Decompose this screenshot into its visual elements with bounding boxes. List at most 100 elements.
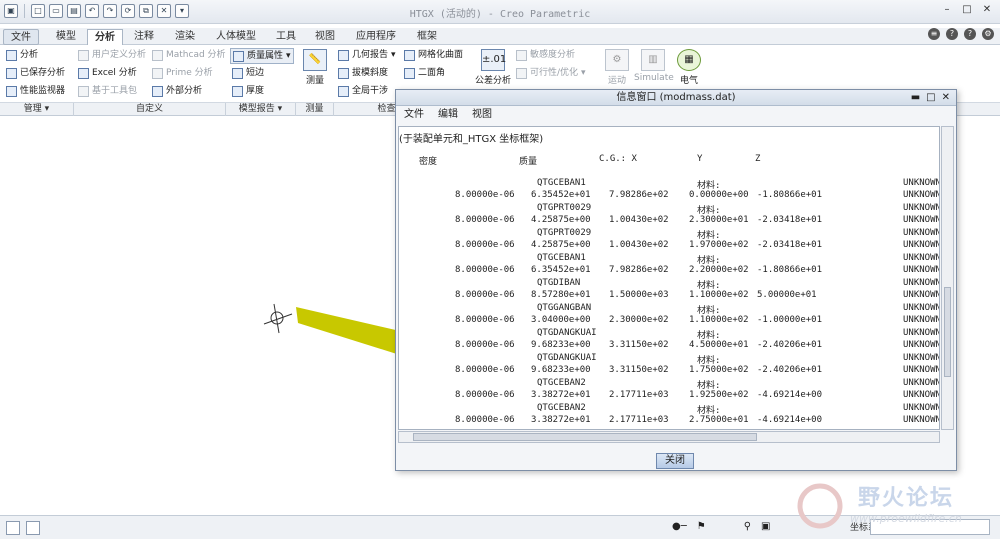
toolbar-icon[interactable]: ≡ <box>928 28 940 40</box>
cgz-value: -2.40206e+01 <box>757 340 823 350</box>
horizontal-scrollbar[interactable] <box>398 431 940 443</box>
density-value: 8.00000e-06 <box>455 215 515 225</box>
status-left-icons <box>6 521 40 535</box>
select-icon[interactable]: ▣ <box>761 521 770 532</box>
geometry-report-icon <box>338 49 349 61</box>
tab-view[interactable]: 视图 <box>307 29 343 45</box>
minimize-icon[interactable]: – <box>940 3 954 17</box>
global-interference-button[interactable]: 全局干涉 <box>338 84 388 98</box>
electrical-button[interactable]: ▦ 电气 <box>674 49 704 86</box>
simulate-button[interactable]: ▥ Simulate <box>634 49 674 83</box>
tab-tools[interactable]: 工具 <box>268 29 304 45</box>
find-icon[interactable]: ⚲ <box>744 521 751 532</box>
chevron-down-icon[interactable]: ▾ <box>391 48 396 62</box>
feasibility-button[interactable]: 可行性/优化 ▾ <box>516 66 586 80</box>
thickness-button[interactable]: 厚度 <box>232 84 264 98</box>
material-value: UNKNOWN <box>903 203 940 213</box>
watermark-logo-icon <box>797 483 843 529</box>
tab-annotate[interactable]: 注释 <box>126 29 162 45</box>
tab-manikin[interactable]: 人体模型 <box>208 29 264 45</box>
user-defined-analysis-button[interactable]: 用户定义分析 <box>78 48 146 62</box>
cgx-value: 2.30000e+02 <box>609 315 669 325</box>
performance-monitor-button[interactable]: 性能监视器 <box>6 84 65 98</box>
dihedral-angle-button[interactable]: 二面角 <box>404 66 445 80</box>
grid-icon[interactable] <box>6 521 20 535</box>
minimize-icon[interactable]: ▬ <box>911 90 920 106</box>
material-value: UNKNOWN <box>903 315 940 325</box>
group-manage[interactable]: 管理 ▾ <box>0 103 74 116</box>
col-mass: 质量 <box>519 157 538 167</box>
header-line: (于装配单元和_HTGX 坐标框架) <box>399 134 544 145</box>
chevron-down-icon[interactable]: ▾ <box>581 66 586 80</box>
draft-button[interactable]: 拔模斜度 <box>338 66 388 80</box>
simulate-icon: ▥ <box>641 49 665 71</box>
tab-framework[interactable]: 框架 <box>409 29 445 45</box>
maximize-icon[interactable]: □ <box>960 3 974 17</box>
toolkit-based-button[interactable]: 基于工具包 <box>78 84 137 98</box>
mesh-surface-button[interactable]: 网格化曲面 <box>404 48 463 62</box>
saved-analysis-button[interactable]: 已保存分析 <box>6 66 65 80</box>
short-edge-button[interactable]: 短边 <box>232 66 264 80</box>
search-icon[interactable]: ? <box>946 28 958 40</box>
group-measure: 测量 <box>296 103 334 116</box>
menu-file[interactable]: 文件 <box>404 106 424 124</box>
vertical-scrollbar[interactable] <box>941 126 954 430</box>
excel-analysis-button[interactable]: Excel 分析 <box>78 66 137 80</box>
part-name: QTGDANGKUAI <box>537 353 597 363</box>
vertical-scroll-thumb[interactable] <box>944 287 951 377</box>
cgy-value: 4.50000e+01 <box>689 340 749 350</box>
chevron-down-icon[interactable]: ▾ <box>286 49 291 63</box>
material-value: UNKNOWN <box>903 378 940 388</box>
yellow-part[interactable] <box>296 307 400 355</box>
ruler-icon: 📏 <box>303 49 327 71</box>
ribbon-tabs: 文件 模型 分析 注释 渲染 人体模型 工具 视图 应用程序 框架 <box>0 28 1000 45</box>
help-icon[interactable]: ? <box>964 28 976 40</box>
mass-value: 9.68233e+00 <box>531 340 591 350</box>
motion-button[interactable]: ⚙ 运动 <box>602 49 632 86</box>
cgy-value: 1.10000e+02 <box>689 315 749 325</box>
cgy-value: 1.75000e+02 <box>689 365 749 375</box>
tab-applications[interactable]: 应用程序 <box>347 29 405 45</box>
material-value: UNKNOWN <box>903 265 940 275</box>
material-value: UNKNOWN <box>903 190 940 200</box>
density-value: 8.00000e-06 <box>455 190 515 200</box>
watermark: 野火论坛 www.proewildfire.cn <box>790 476 995 534</box>
close-icon[interactable]: ✕ <box>980 3 994 17</box>
tab-model[interactable]: 模型 <box>48 29 84 45</box>
horizontal-scroll-thumb[interactable] <box>413 433 757 441</box>
info-window-text[interactable]: (于装配单元和_HTGX 坐标框架) 密度 质量 C.G.: X Y Z QTG… <box>398 126 940 430</box>
mass-value: 6.35452e+01 <box>531 265 591 275</box>
tolerance-analysis-button[interactable]: ±.01 公差分析 <box>474 49 512 86</box>
maximize-icon[interactable]: □ <box>926 90 935 106</box>
analysis-button[interactable]: 分析 <box>6 48 38 62</box>
settings-icon[interactable]: ⚙ <box>982 28 994 40</box>
prime-analysis-button[interactable]: Prime 分析 <box>152 66 213 80</box>
flag-icon[interactable]: ⚑ <box>697 521 706 532</box>
info-window-title-bar[interactable]: 信息窗口 (modmass.dat) ▬ □ ✕ <box>396 90 956 106</box>
chip-icon: ▦ <box>677 49 701 71</box>
sensitivity-analysis-button[interactable]: 敏感度分析 <box>516 48 575 62</box>
prime-icon <box>152 67 163 79</box>
tab-render[interactable]: 渲染 <box>165 29 205 45</box>
measure-button[interactable]: 📏 测量 <box>300 49 330 86</box>
menu-view[interactable]: 视图 <box>472 106 492 124</box>
part-name: QTGCEBAN2 <box>537 403 586 413</box>
close-icon[interactable]: ✕ <box>942 90 950 106</box>
mathcad-analysis-button[interactable]: Mathcad 分析 <box>152 48 226 62</box>
material-value: UNKNOWN <box>903 278 940 288</box>
cgy-value: 1.10000e+02 <box>689 290 749 300</box>
geometry-report-button[interactable]: 几何报告 ▾ <box>338 48 396 62</box>
toggle-icon[interactable]: ●─ <box>672 521 687 532</box>
tab-analysis[interactable]: 分析 <box>87 29 123 45</box>
mass-properties-button[interactable]: 质量属性 ▾ <box>230 48 294 64</box>
browser-icon[interactable] <box>26 521 40 535</box>
close-button[interactable]: 关闭 <box>656 453 694 469</box>
tab-file[interactable]: 文件 <box>3 29 39 45</box>
external-analysis-button[interactable]: 外部分析 <box>152 84 202 98</box>
info-window-controls: ▬ □ ✕ <box>911 90 950 106</box>
material-value: UNKNOWN <box>903 390 940 400</box>
menu-edit[interactable]: 编辑 <box>438 106 458 124</box>
group-model-report[interactable]: 模型报告 ▾ <box>226 103 296 116</box>
mass-value: 6.35452e+01 <box>531 190 591 200</box>
cgz-value: -2.03418e+01 <box>757 215 823 225</box>
